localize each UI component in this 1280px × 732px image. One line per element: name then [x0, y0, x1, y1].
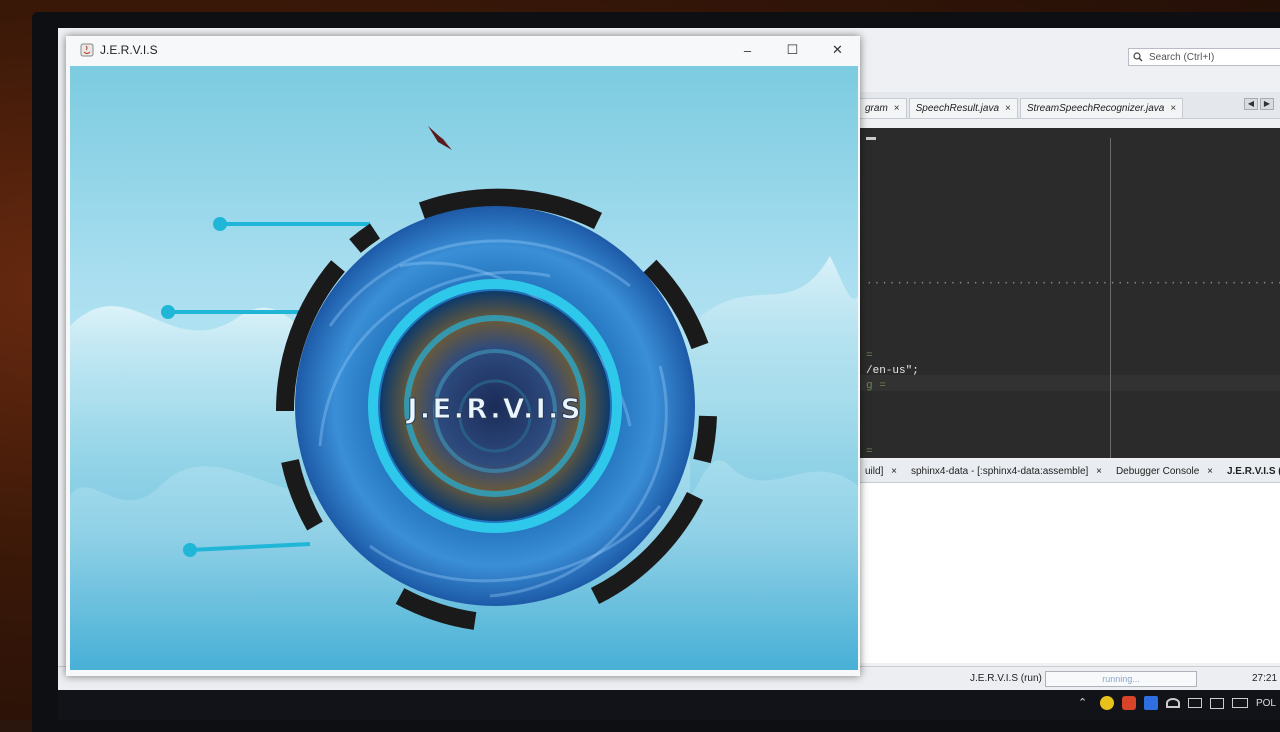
- close-button[interactable]: ✕: [815, 36, 860, 64]
- output-tab-build[interactable]: uild] ×: [858, 466, 904, 477]
- cursor-shape: [428, 126, 452, 150]
- chevron-up-icon[interactable]: ⌃: [1078, 696, 1092, 710]
- tab-close-icon[interactable]: ×: [1170, 103, 1176, 114]
- tab-speechresult[interactable]: SpeechResult.java ×: [908, 98, 1018, 118]
- output-tab-label: uild]: [865, 465, 884, 477]
- code-line: =: [866, 446, 873, 458]
- jervis-logo-text: J.E.R.V.I.S: [405, 392, 582, 425]
- app-tray-icon[interactable]: [1143, 696, 1158, 710]
- tab-gram[interactable]: gram ×: [858, 98, 907, 118]
- ring-segment: [349, 223, 381, 253]
- output-tab-label: J.E.R.V.I.S (run): [1226, 465, 1280, 477]
- code-line: =: [866, 350, 873, 362]
- progress-text: running...: [1102, 674, 1140, 684]
- caret-position: 27:21: [1252, 673, 1278, 684]
- editor-tab-bar: gram × SpeechResult.java × StreamSpeechR…: [858, 92, 1280, 119]
- tab-close-icon[interactable]: ×: [1005, 103, 1011, 114]
- current-line-highlight: [858, 375, 1280, 391]
- code-line: g =: [866, 380, 886, 392]
- java-app-icon: [80, 43, 94, 57]
- window-title: J.E.R.V.I.S: [100, 43, 158, 57]
- run-status-label[interactable]: J.E.R.V.I.S (run): [970, 673, 1042, 684]
- ring-segment: [693, 415, 717, 464]
- right-margin-line: [1110, 138, 1111, 458]
- background-wave: [690, 256, 858, 496]
- tab-streamspeechrecognizer[interactable]: StreamSpeechRecognizer.java ×: [1019, 98, 1184, 118]
- tab-label: StreamSpeechRecognizer.java: [1026, 103, 1165, 114]
- network-icon[interactable]: [1165, 698, 1180, 708]
- taskbar: ⌃ POL: [58, 690, 1280, 720]
- screen: Search (Ctrl+I) gram × SpeechResult.java…: [58, 28, 1280, 720]
- connector-node: [183, 543, 197, 557]
- output-tab-debugger[interactable]: Debugger Console ×: [1109, 466, 1220, 477]
- window-controls: – ☐ ✕: [725, 36, 860, 64]
- keyboard-icon[interactable]: [1231, 698, 1248, 708]
- scroll-right-icon[interactable]: ▶: [1260, 98, 1274, 110]
- tab-close-icon[interactable]: ×: [1096, 466, 1102, 477]
- jervis-canvas[interactable]: J.E.R.V.I.S: [70, 66, 858, 670]
- output-tab-label: Debugger Console: [1115, 465, 1200, 477]
- connector-node: [213, 217, 227, 231]
- output-tab-bar: uild] × sphinx4-data - [:sphinx4-data:as…: [858, 460, 1280, 483]
- search-icon: [1133, 52, 1143, 62]
- output-tab-sphinx4[interactable]: sphinx4-data - [:sphinx4-data:assemble] …: [904, 466, 1109, 477]
- message-icon[interactable]: [1209, 697, 1224, 709]
- scroll-left-icon[interactable]: ◀: [1244, 98, 1258, 110]
- battery-icon[interactable]: [1187, 698, 1202, 708]
- code-line: /en-us";: [866, 365, 919, 377]
- jervis-graphic: J.E.R.V.I.S: [70, 126, 858, 630]
- code-editor[interactable]: ▬ ······································…: [858, 128, 1280, 458]
- minimize-button[interactable]: –: [725, 36, 770, 64]
- code-comment-line: ········································…: [866, 278, 1280, 290]
- progress-bar: running...: [1045, 671, 1197, 687]
- app-tray-icon[interactable]: [1099, 696, 1114, 710]
- tab-close-icon[interactable]: ×: [1207, 466, 1213, 477]
- maximize-button[interactable]: ☐: [770, 36, 815, 64]
- connector-line: [189, 542, 311, 552]
- tab-scroll-buttons: ◀ ▶: [1244, 98, 1274, 110]
- app-tray-icon[interactable]: [1121, 696, 1136, 710]
- tab-label: SpeechResult.java: [915, 103, 1000, 114]
- connector-node: [161, 305, 175, 319]
- tab-close-icon[interactable]: ×: [894, 103, 900, 114]
- output-tab-jervis-run[interactable]: J.E.R.V.I.S (run): [1220, 466, 1280, 477]
- output-tab-label: sphinx4-data - [:sphinx4-data:assemble]: [910, 465, 1089, 477]
- jervis-window[interactable]: J.E.R.V.I.S – ☐ ✕ J.E.R.V.I.S: [66, 36, 860, 676]
- editor-toolbar-icon[interactable]: ▬: [866, 132, 876, 143]
- tab-label: gram: [865, 103, 888, 114]
- language-indicator[interactable]: POL: [1256, 698, 1276, 709]
- output-panel[interactable]: [858, 483, 1280, 663]
- system-tray: ⌃ POL: [1078, 696, 1276, 710]
- search-placeholder: Search (Ctrl+I): [1149, 51, 1215, 63]
- search-input[interactable]: Search (Ctrl+I): [1128, 48, 1280, 66]
- tab-close-icon[interactable]: ×: [891, 466, 897, 477]
